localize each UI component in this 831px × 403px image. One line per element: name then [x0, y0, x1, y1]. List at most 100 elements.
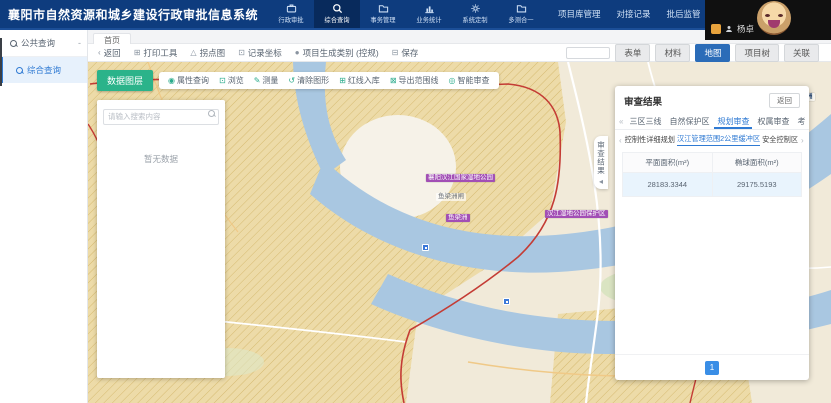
subtab-detailed-plan[interactable]: 控制性详细规划: [625, 135, 675, 146]
table-row[interactable]: 28183.3344 29175.5193: [623, 173, 802, 197]
sidebar-item-comprehensive-query[interactable]: 综合查询: [0, 57, 87, 83]
toolbar-search-input[interactable]: [566, 47, 610, 59]
save-button[interactable]: ⊟保存: [392, 47, 419, 59]
tab-planning-review[interactable]: 规划审查: [714, 113, 752, 129]
nav-item-comprehensive-query[interactable]: 综合查询: [314, 0, 360, 28]
subtab-hanjiang-buffer[interactable]: 汉江管理范围2公里缓冲区: [677, 134, 760, 146]
data-layers-button[interactable]: 数据图层: [97, 70, 153, 91]
avatar[interactable]: [757, 1, 791, 35]
folder-icon: [378, 3, 389, 14]
nav-label: 系统定制: [462, 16, 487, 25]
chart-icon: [424, 3, 435, 14]
map-marker-icon[interactable]: [422, 244, 429, 251]
vertex-icon: △: [190, 48, 196, 57]
search-icon: [10, 40, 17, 47]
nav-label: 多测合一: [508, 16, 533, 25]
folder-icon: [516, 3, 527, 14]
project-tree-button[interactable]: 项目树: [735, 44, 779, 62]
nav-item-project-library[interactable]: 项目库管理: [550, 8, 609, 20]
map-label: 襄阳汉江国家湿地公园: [426, 174, 495, 182]
sidebar-group-label: 公共查询: [21, 37, 55, 49]
record-coordinates-button[interactable]: ⊡记录坐标: [238, 47, 282, 59]
result-panel-collapse-tab[interactable]: 审查结果 ◂: [594, 136, 608, 189]
briefcase-icon: [286, 3, 297, 14]
sidebar-group-public-query[interactable]: 公共查询 -: [0, 30, 87, 57]
sidebar: 公共查询 - 综合查询: [0, 30, 88, 403]
map-canvas[interactable]: 数据图层 ◉属性查询 ⊡浏览 ✎测量 ↺清除图形 ⊞红线入库 ⊠导出范围线 ◎智…: [88, 62, 831, 403]
toolbar-right: 表单 材料 地图 项目树 关联: [566, 44, 831, 62]
nav-item-system-customization[interactable]: 系统定制: [452, 0, 498, 28]
nav-item-business-statistics[interactable]: 业务统计: [406, 0, 452, 28]
nav-label: 事务管理: [370, 16, 395, 25]
smart-review-button[interactable]: ◎智能审查: [449, 75, 490, 86]
cell-ellipsoid-area: 29175.5193: [712, 173, 802, 197]
tab-ownership-review[interactable]: 权属审查: [754, 113, 792, 129]
vertex-map-button[interactable]: △拐点图: [190, 47, 225, 59]
dot-icon: ●: [295, 48, 300, 57]
tab-nature-reserve[interactable]: 自然保护区: [666, 113, 712, 129]
map-label: 汉江湿地公园保护区: [545, 210, 608, 218]
tab-truncated[interactable]: 考: [794, 113, 808, 129]
subtabs-scroll-right-icon[interactable]: ›: [800, 136, 805, 145]
redline-import-icon: ⊞: [339, 76, 346, 85]
pagination: 1: [615, 354, 809, 380]
search-icon: [16, 67, 23, 74]
cell-flat-area: 28183.3344: [623, 173, 713, 197]
map-marker-icon[interactable]: [503, 298, 510, 305]
sidebar-scrollbar[interactable]: [0, 38, 2, 86]
result-subtabs: ‹ 控制性详细规划 汉江管理范围2公里缓冲区 安全控制区 ›: [615, 130, 809, 149]
print-icon: ⊞: [134, 48, 141, 57]
print-tool-button[interactable]: ⊞打印工具: [134, 47, 178, 59]
map-tool-strip: ◉属性查询 ⊡浏览 ✎测量 ↺清除图形 ⊞红线入库 ⊠导出范围线 ◎智能审查: [159, 72, 498, 89]
vertical-tab-label: 审查结果: [596, 141, 607, 175]
nav-label: 综合查询: [324, 16, 349, 25]
nav-item-docking-records[interactable]: 对接记录: [609, 8, 659, 20]
materials-button[interactable]: 材料: [655, 44, 690, 62]
nav-label: 行政审批: [278, 16, 303, 25]
redline-import-button[interactable]: ⊞红线入库: [339, 75, 380, 86]
panel-title: 审查结果: [624, 94, 662, 108]
column-header-flat-area: 平面面积(m²): [623, 153, 713, 173]
search-icon[interactable]: [208, 110, 215, 117]
export-boundary-icon: ⊠: [390, 76, 397, 85]
toolbar-left: ‹返回 ⊞打印工具 △拐点图 ⊡记录坐标 ●项目生成类别 (控规) ⊟保存: [88, 47, 418, 59]
browse-button[interactable]: ⊡浏览: [219, 75, 244, 86]
search-panel: 暂无数据: [97, 100, 225, 378]
map-button[interactable]: 地图: [695, 44, 730, 62]
search-input[interactable]: [103, 109, 219, 125]
browse-icon: ⊡: [219, 76, 226, 85]
map-toolbar: 数据图层 ◉属性查询 ⊡浏览 ✎测量 ↺清除图形 ⊞红线入库 ⊠导出范围线 ◎智…: [97, 70, 499, 91]
review-result-panel: 审查结果 返回 « 三区三线 自然保护区 规划审查 权属审查 考 » ‹ 控制性…: [615, 86, 809, 380]
user-name[interactable]: 杨卓: [737, 23, 754, 35]
nav-item-post-approval-supervision[interactable]: 批后监管: [659, 8, 709, 20]
avatar-eye: [765, 14, 770, 17]
back-button[interactable]: ‹返回: [98, 47, 121, 59]
project-category-button[interactable]: ●项目生成类别 (控规): [295, 47, 379, 59]
tabs-scroll-left-icon[interactable]: «: [618, 117, 624, 126]
nav-item-administrative-approval[interactable]: 行政审批: [268, 0, 314, 28]
measure-button[interactable]: ✎测量: [254, 75, 279, 86]
message-badge-icon[interactable]: [711, 24, 721, 34]
subtab-safety-control[interactable]: 安全控制区: [762, 135, 798, 146]
panel-back-button[interactable]: 返回: [769, 93, 800, 108]
person-icon: [725, 20, 733, 38]
avatar-eye: [778, 14, 783, 17]
area-table: 平面面积(m²) 椭球面积(m²) 28183.3344 29175.5193: [622, 152, 802, 197]
page-number-button[interactable]: 1: [705, 361, 719, 375]
user-zone: 杨卓: [705, 0, 831, 40]
association-button[interactable]: 关联: [784, 44, 819, 62]
tab-three-zones[interactable]: 三区三线: [626, 113, 664, 129]
nav-item-affairs-management[interactable]: 事务管理: [360, 0, 406, 28]
gear-icon: [470, 3, 481, 14]
attribute-query-button[interactable]: ◉属性查询: [168, 75, 209, 86]
search-icon: [332, 3, 343, 14]
export-boundary-button[interactable]: ⊠导出范围线: [390, 75, 439, 86]
collapse-icon[interactable]: -: [78, 38, 81, 48]
avatar-mouth: [768, 20, 780, 28]
clear-graphics-button[interactable]: ↺清除图形: [288, 75, 329, 86]
subtabs-scroll-left-icon[interactable]: ‹: [618, 136, 623, 145]
nav-item-multi-survey[interactable]: 多测合一: [498, 0, 544, 28]
form-button[interactable]: 表单: [615, 44, 650, 62]
attribute-query-icon: ◉: [168, 76, 175, 85]
coordinates-icon: ⊡: [238, 48, 245, 57]
